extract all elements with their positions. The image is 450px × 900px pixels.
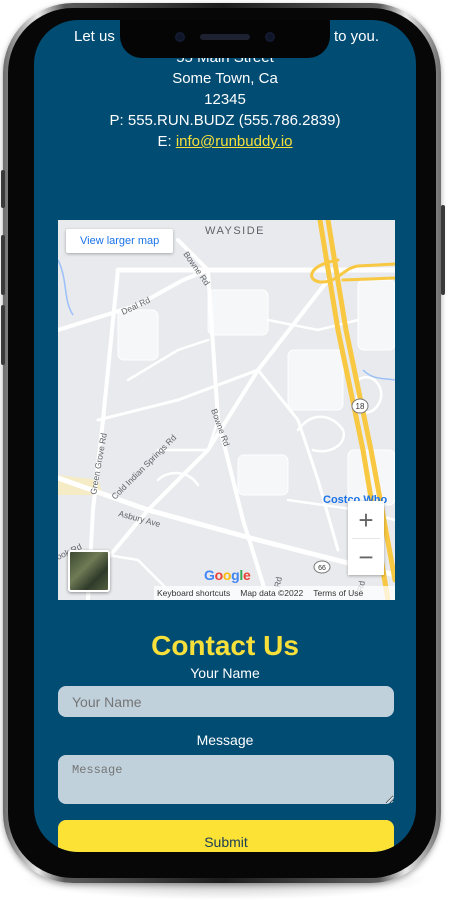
contact-title: Contact Us — [151, 630, 299, 661]
map-data-text: Map data ©2022 — [240, 588, 304, 598]
address-zip: 12345 — [204, 91, 246, 108]
volume-up-button — [1, 235, 5, 295]
volume-down-button — [1, 305, 5, 365]
address-city: Some Town, Ca — [172, 70, 278, 87]
camera-icon — [175, 32, 185, 42]
zoom-out-button[interactable]: − — [348, 538, 384, 575]
view-larger-map-link[interactable]: View larger map — [66, 229, 174, 253]
svg-text:18: 18 — [356, 402, 365, 411]
address-email: E: info@runbuddy.io — [157, 133, 293, 150]
name-label: Your Name — [190, 665, 260, 681]
notch — [120, 20, 330, 58]
map-tiles[interactable]: WAYSIDE Deal Rd Bowne Rd Bowne Rd Green … — [58, 220, 395, 600]
phone-screen: Let us to you. 55 Main Street Some Town,… — [34, 20, 416, 852]
message-textarea[interactable] — [58, 755, 394, 804]
side-button — [1, 170, 5, 208]
email-link[interactable]: info@runbuddy.io — [176, 133, 293, 150]
svg-text:66: 66 — [318, 565, 326, 572]
google-map[interactable]: WAYSIDE Deal Rd Bowne Rd Bowne Rd Green … — [58, 220, 395, 600]
satellite-toggle[interactable] — [68, 550, 110, 592]
map-attribution: Keyboard shortcuts Map data ©2022 Terms … — [154, 586, 395, 600]
submit-button[interactable]: Submit — [58, 820, 394, 852]
power-button — [441, 205, 445, 295]
map-place-label: WAYSIDE — [205, 225, 265, 237]
zoom-in-button[interactable]: + — [348, 501, 384, 538]
keyboard-shortcuts-link[interactable]: Keyboard shortcuts — [157, 588, 230, 598]
terms-of-use-link[interactable]: Terms of Use — [313, 588, 363, 598]
name-input[interactable] — [58, 686, 394, 717]
sensor-icon — [265, 32, 275, 42]
speaker-grille — [200, 34, 250, 40]
route-66-shield: 66 — [313, 560, 331, 574]
zoom-control: + − — [348, 501, 384, 575]
address-phone: P: 555.RUN.BUDZ (555.786.2839) — [109, 112, 341, 129]
message-label: Message — [196, 732, 254, 748]
route-18-shield: 18 — [351, 398, 369, 414]
zoom-divider — [352, 538, 380, 539]
google-logo: Google — [204, 567, 251, 583]
